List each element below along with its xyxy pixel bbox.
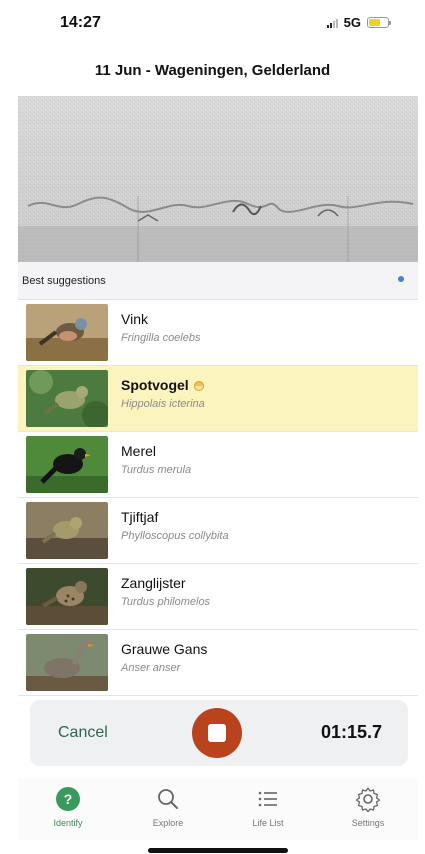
svg-text:?: ? <box>64 791 73 807</box>
battery-icon <box>367 17 391 28</box>
species-photo <box>26 568 108 625</box>
species-scientific-name: Phylloscopus collybita <box>121 530 229 542</box>
species-scientific-name: Fringilla coelebs <box>121 332 201 344</box>
live-indicator-dot <box>398 276 404 282</box>
stop-recording-button[interactable] <box>192 708 242 758</box>
species-name: Spotvogel <box>121 377 204 393</box>
status-time: 14:27 <box>60 14 101 31</box>
suggestions-title: Best suggestions <box>22 275 106 287</box>
page-title: 11 Jun - Wageningen, Gelderland <box>94 62 331 79</box>
tab-label: Explore <box>152 818 184 828</box>
species-row-vink[interactable]: Vink Fringilla coelebs <box>18 300 418 366</box>
species-name: Grauwe Gans <box>121 641 208 657</box>
signal-icon <box>326 18 338 28</box>
tab-life-list[interactable]: Life List <box>218 778 318 828</box>
species-scientific-name: Anser anser <box>121 662 181 674</box>
tab-bar: ? Identify Explore Life List Settings <box>18 778 418 840</box>
species-list: Vink Fringilla coelebs Spotvogel Hippola… <box>18 300 418 696</box>
recording-timer: 01:15.7 <box>320 722 382 742</box>
tab-identify[interactable]: ? Identify <box>18 778 118 828</box>
species-photo <box>26 502 108 559</box>
species-name: Merel <box>121 443 157 459</box>
status-bar: 14:27 5G <box>0 0 425 48</box>
species-name: Tjiftjaf <box>121 509 159 525</box>
gear-icon <box>355 787 381 812</box>
species-row-merel[interactable]: Merel Turdus merula <box>18 432 418 498</box>
question-circle-icon: ? <box>56 787 80 811</box>
species-name: Zanglijster <box>121 575 186 591</box>
species-photo <box>26 370 108 427</box>
species-photo <box>26 634 108 691</box>
species-scientific-name: Turdus philomelos <box>121 596 211 608</box>
network-label: 5G <box>343 15 361 30</box>
half-filled-circle-icon <box>193 381 204 391</box>
species-row-tjiftjaf[interactable]: Tjiftjaf Phylloscopus collybita <box>18 498 418 564</box>
tab-settings[interactable]: Settings <box>318 778 418 828</box>
tab-label: Life List <box>252 818 284 828</box>
tab-label: Identify <box>53 818 83 828</box>
spectrogram <box>18 96 418 262</box>
cancel-button[interactable]: Cancel <box>58 724 108 742</box>
species-row-spotvogel[interactable]: Spotvogel Hippolais icterina <box>18 366 418 432</box>
status-indicators: 5G <box>326 15 391 30</box>
tab-label: Settings <box>351 818 385 828</box>
suggestions-header: Best suggestions <box>18 262 418 300</box>
species-name-label: Spotvogel <box>121 377 189 393</box>
list-icon <box>258 791 277 807</box>
species-row-grauwe-gans[interactable]: Grauwe Gans Anser anser <box>18 630 418 696</box>
species-name: Vink <box>121 311 148 327</box>
home-indicator <box>148 848 288 853</box>
species-photo <box>26 304 108 361</box>
species-scientific-name: Hippolais icterina <box>121 398 205 410</box>
tab-explore[interactable]: Explore <box>118 778 218 828</box>
species-scientific-name: Turdus merula <box>121 464 192 476</box>
recording-controls: Cancel 01:15.7 <box>30 700 408 766</box>
search-icon <box>158 789 178 809</box>
species-photo <box>26 436 108 493</box>
species-row-zanglijster[interactable]: Zanglijster Turdus philomelos <box>18 564 418 630</box>
stop-icon <box>208 724 226 742</box>
